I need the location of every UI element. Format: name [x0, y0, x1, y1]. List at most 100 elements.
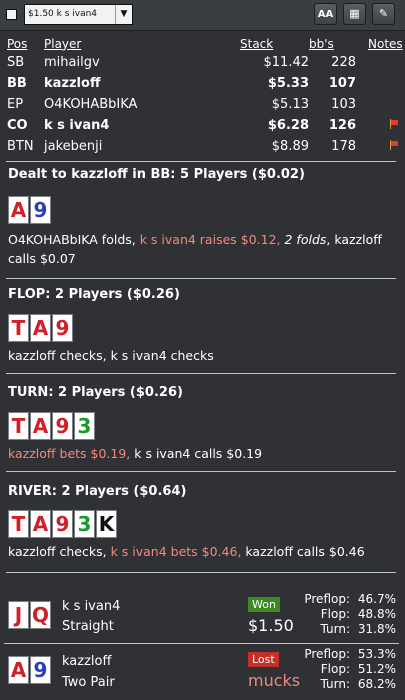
river-cards: T A 9 3 K — [8, 510, 118, 538]
result-hand: Straight — [62, 619, 114, 634]
result-cards: A 9 — [8, 656, 52, 684]
stat-label: Turn: — [320, 677, 350, 691]
player-row[interactable]: EP O4KOHABbIKA $5.13 103 — [0, 94, 405, 115]
players-header-row: Pos Player Stack bb's Notes — [0, 35, 405, 52]
player-name[interactable]: kazzloff — [44, 73, 240, 94]
player-bbs: 103 — [331, 97, 356, 112]
player-notes[interactable] — [356, 94, 405, 115]
player-row[interactable]: BB kazzloff $5.33 107 — [0, 73, 405, 94]
header-bbs[interactable]: bb's — [309, 35, 356, 52]
player-pos: SB — [7, 55, 25, 70]
player-row[interactable]: SB mihailgv $11.42 228 — [0, 52, 405, 73]
font-size-icon: AA — [317, 9, 334, 20]
card: 9 — [30, 196, 51, 224]
toolbar: $1.50 k s ivan4 ▼ AA ▦ ✎ — [0, 0, 405, 31]
player-bbs: 228 — [331, 55, 356, 70]
card: J — [8, 601, 29, 629]
preflop-actions: O4KOHABbIKA folds, k s ivan4 raises $0.1… — [8, 232, 382, 266]
turn-actions: kazzloff bets $0.19, k s ivan4 calls $0.… — [8, 446, 263, 461]
card: K — [96, 510, 117, 538]
divider — [6, 373, 396, 374]
result-player-name: k s ivan4 — [62, 599, 121, 614]
equity-stats: Preflop: 53.3% Flop: 51.2% Turn: 68.2% — [290, 647, 396, 692]
result-amount: $1.50 — [248, 616, 294, 635]
hand-select[interactable]: $1.50 k s ivan4 ▼ — [24, 4, 133, 25]
flag-icon[interactable] — [389, 119, 399, 129]
river-title: RIVER: 2 Players ($0.64) — [8, 484, 187, 499]
header-stack[interactable]: Stack — [240, 35, 309, 52]
result-cards: J Q — [8, 601, 52, 629]
grid-view-button[interactable]: ▦ — [343, 3, 366, 25]
player-pos: CO — [7, 118, 28, 133]
player-pos: EP — [7, 97, 24, 112]
player-bbs: 178 — [331, 139, 356, 154]
preflop-title: Dealt to kazzloff in BB: 5 Players ($0.0… — [8, 167, 305, 182]
player-stack: $8.89 — [271, 139, 309, 154]
card: 9 — [52, 412, 73, 440]
pencil-icon: ✎ — [378, 7, 389, 20]
player-notes[interactable] — [356, 136, 405, 157]
flag-icon[interactable] — [389, 140, 399, 150]
flop-cards: T A 9 — [8, 314, 74, 342]
result-hand: Two Pair — [62, 675, 115, 690]
edit-button[interactable]: ✎ — [372, 3, 395, 25]
result-player-name: kazzloff — [62, 654, 112, 669]
card: 9 — [52, 314, 73, 342]
divider — [6, 161, 396, 162]
chevron-down-icon[interactable]: ▼ — [115, 5, 132, 24]
card: T — [8, 314, 29, 342]
player-stack: $5.13 — [271, 97, 309, 112]
player-stack: $5.33 — [267, 76, 309, 91]
card: A — [30, 412, 51, 440]
stat-value: 31.8% — [357, 622, 396, 636]
player-name[interactable]: jakebenji — [44, 136, 240, 157]
flop-actions: kazzloff checks, k s ivan4 checks — [8, 348, 214, 363]
flop-title: FLOP: 2 Players ($0.26) — [8, 287, 180, 302]
player-name[interactable]: O4KOHABbIKA — [44, 94, 240, 115]
player-name[interactable]: k s ivan4 — [44, 115, 240, 136]
river-actions: kazzloff checks, k s ivan4 bets $0.46, k… — [8, 544, 365, 559]
player-name[interactable]: mihailgv — [44, 52, 240, 73]
filter-checkbox[interactable] — [6, 9, 17, 20]
divider — [6, 572, 396, 573]
player-pos: BB — [7, 76, 27, 91]
hole-cards: A 9 — [8, 196, 52, 224]
hand-select-value: $1.50 k s ivan4 — [28, 9, 98, 19]
card: T — [8, 510, 29, 538]
lost-badge: Lost — [248, 652, 279, 667]
player-bbs: 126 — [328, 118, 356, 133]
card: 9 — [52, 510, 73, 538]
stat-label: Preflop: — [304, 647, 350, 661]
grid-icon: ▦ — [349, 7, 360, 20]
turn-title: TURN: 2 Players ($0.26) — [8, 385, 183, 400]
stat-label: Flop: — [320, 607, 350, 621]
stat-value: 48.8% — [357, 607, 396, 621]
card: A — [8, 656, 29, 684]
stat-label: Flop: — [320, 662, 350, 676]
player-pos: BTN — [7, 139, 34, 154]
card: A — [8, 196, 29, 224]
player-notes[interactable] — [356, 73, 405, 94]
stat-value: 68.2% — [357, 677, 396, 691]
stat-value: 51.2% — [357, 662, 396, 676]
player-stack: $6.28 — [267, 118, 309, 133]
header-pos[interactable]: Pos — [7, 35, 44, 52]
stat-value: 46.7% — [357, 592, 396, 606]
card: T — [8, 412, 29, 440]
player-notes[interactable] — [356, 52, 405, 73]
font-size-button[interactable]: AA — [314, 3, 337, 25]
stat-label: Turn: — [320, 622, 350, 636]
card: 3 — [74, 510, 95, 538]
players-table: Pos Player Stack bb's Notes SB mihailgv … — [0, 35, 405, 157]
header-player[interactable]: Player — [44, 35, 240, 52]
card: A — [30, 314, 51, 342]
player-notes[interactable] — [356, 115, 405, 136]
player-row[interactable]: CO k s ivan4 $6.28 126 — [0, 115, 405, 136]
stat-label: Preflop: — [304, 592, 350, 606]
player-stack: $11.42 — [263, 55, 310, 70]
header-notes[interactable]: Notes — [356, 35, 405, 52]
divider — [4, 643, 399, 644]
turn-cards: T A 9 3 — [8, 412, 96, 440]
card: A — [30, 510, 51, 538]
player-row[interactable]: BTN jakebenji $8.89 178 — [0, 136, 405, 157]
